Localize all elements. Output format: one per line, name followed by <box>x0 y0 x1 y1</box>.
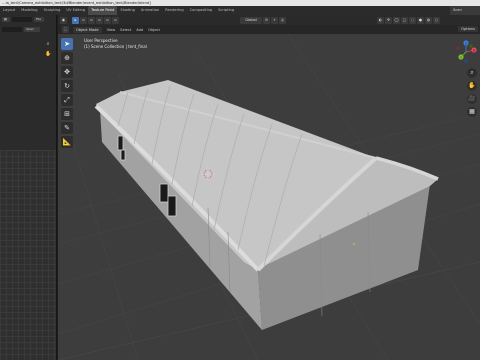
name-field[interactable] <box>2 27 22 32</box>
tab-texture-paint[interactable]: Texture Paint <box>88 6 118 15</box>
select-box-icon[interactable]: ▸ <box>72 16 79 24</box>
transform-orientation-dropdown[interactable]: Global <box>240 16 262 24</box>
tab-compositing[interactable]: Compositing <box>187 6 216 15</box>
gizmo-z-label: Z <box>465 41 467 45</box>
transform-tool-icon[interactable]: ⊞ <box>61 108 73 120</box>
cursor-tool-icon[interactable]: ⊕ <box>61 52 73 64</box>
mode-icon-5[interactable]: ▫ <box>112 16 119 24</box>
collection-name: (1) Scene Collection | tent_final <box>84 44 147 49</box>
move-tool-icon[interactable]: ✥ <box>61 66 73 78</box>
left-editor-panel: ▦ File Open ⌕ ✋ <box>0 15 57 360</box>
mode-selector-icon[interactable]: ⬚ <box>62 26 69 33</box>
left-panel-grid <box>0 150 56 360</box>
hand-pan-icon[interactable]: ✋ <box>45 51 51 57</box>
orientation-label: Global <box>245 17 257 22</box>
shading-render-icon[interactable]: ○ <box>433 16 440 24</box>
tab-layout[interactable]: Layout <box>0 6 18 15</box>
tab-modeling[interactable]: Modeling <box>18 6 40 15</box>
tab-scripting[interactable]: Scripting <box>215 6 237 15</box>
viewport-nav-buttons: ⌕ ✋ 🎥 ▦ <box>467 68 477 120</box>
tool-shelf: ➤ ⊕ ✥ ↻ ⤢ ⊞ ✎ 📐 <box>61 38 73 150</box>
path-field[interactable] <box>12 17 32 22</box>
navigation-gizmo[interactable]: X Y Z <box>454 40 478 64</box>
options-label: Options <box>461 27 475 31</box>
file-view-button[interactable]: File <box>34 17 44 22</box>
zoom-icon[interactable]: ⌕ <box>45 41 51 47</box>
gizmo-toggle-icon[interactable]: ✣ <box>385 16 392 24</box>
pivot-icon[interactable]: ⊙ <box>263 16 270 24</box>
open-button[interactable]: Open <box>24 27 40 32</box>
viewport-subheader: ⬚ Object Mode View Select Add Object Opt… <box>58 25 480 34</box>
zoom-icon[interactable]: ⌕ <box>467 68 477 78</box>
annotate-tool-icon[interactable]: ✎ <box>61 122 73 134</box>
ortho-grid-icon[interactable]: ▦ <box>467 107 477 117</box>
shading-wire-icon[interactable]: ◌ <box>409 16 416 24</box>
viewport-header: ◉ ▸ ▫ ▫ ▫ ▫ ▫ Global ⊙ ⌖ ◎ ◐ ✣ ◯ ▢ ◌ ● ◍… <box>58 15 480 25</box>
left-panel-header: ▦ File Open <box>0 15 56 37</box>
menu-view[interactable]: View <box>107 28 116 32</box>
shading-material-icon[interactable]: ◍ <box>425 16 432 24</box>
tab-animation[interactable]: Animation <box>138 6 162 15</box>
visibility-icon[interactable]: ◐ <box>377 16 384 24</box>
open-label: Open <box>26 27 35 31</box>
object-mode-label: Object Mode <box>76 27 99 32</box>
measure-tool-icon[interactable]: 📐 <box>61 136 73 148</box>
gizmo-y-label: Y <box>460 55 462 59</box>
select-tool-icon[interactable]: ➤ <box>61 38 73 50</box>
xray-icon[interactable]: ▢ <box>401 16 408 24</box>
object-origin <box>353 243 355 245</box>
editor-type-icon[interactable]: ◉ <box>60 16 67 24</box>
tab-uv-editing[interactable]: UV Editing <box>63 6 88 15</box>
menu-select[interactable]: Select <box>120 28 131 32</box>
mode-icon-1[interactable]: ▫ <box>80 16 87 24</box>
mode-icon-2[interactable]: ▫ <box>88 16 95 24</box>
menu-object[interactable]: Object <box>148 28 160 32</box>
3d-viewport[interactable]: User Perspective (1) Scene Collection | … <box>58 34 480 360</box>
rotate-tool-icon[interactable]: ↻ <box>61 80 73 92</box>
scene-label: Scen <box>453 8 462 12</box>
tab-shading[interactable]: Shading <box>117 6 138 15</box>
viewport-scene <box>58 34 480 360</box>
object-mode-dropdown[interactable]: Object Mode <box>73 26 102 33</box>
mode-icon-3[interactable]: ▫ <box>96 16 103 24</box>
overlay-icon[interactable]: ◯ <box>393 16 400 24</box>
scene-selector[interactable]: Scen <box>450 6 480 15</box>
file-view-label: File <box>36 17 42 21</box>
shading-solid-icon[interactable]: ● <box>417 16 424 24</box>
workspace-tab-bar: Layout Modeling Sculpting UV Editing Tex… <box>0 6 480 15</box>
mode-icon-4[interactable]: ▫ <box>104 16 111 24</box>
pan-hand-icon[interactable]: ✋ <box>467 81 477 91</box>
scale-tool-icon[interactable]: ⤢ <box>61 94 73 106</box>
window-title-text: …ia_tent/Camera_exhibition_tent/3d/Blend… <box>2 1 151 5</box>
editor-type-button[interactable]: ▦ <box>2 17 10 22</box>
viewport-info: User Perspective (1) Scene Collection | … <box>84 38 147 50</box>
camera-view-icon[interactable]: 🎥 <box>467 94 477 104</box>
proportional-edit-icon[interactable]: ◎ <box>279 16 286 24</box>
gizmo-x-label: X <box>473 48 475 52</box>
tab-sculpting[interactable]: Sculpting <box>41 6 64 15</box>
snap-icon[interactable]: ⌖ <box>271 16 278 24</box>
menu-add[interactable]: Add <box>136 28 143 32</box>
options-button[interactable]: Options <box>458 26 478 32</box>
tab-rendering[interactable]: Rendering <box>162 6 186 15</box>
